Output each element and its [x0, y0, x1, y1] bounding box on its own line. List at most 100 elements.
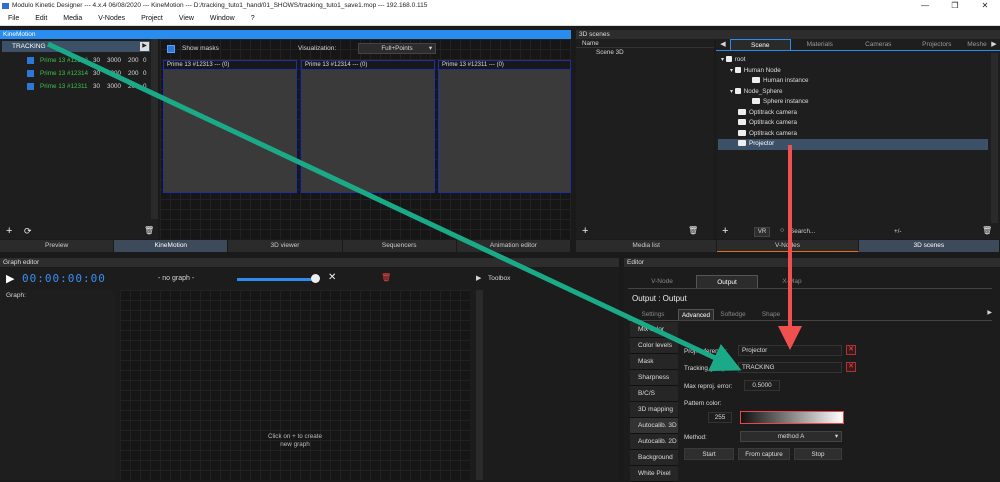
tab-scroll-right-icon[interactable]: ▶	[988, 39, 1000, 50]
vr-button[interactable]: VR	[754, 227, 770, 237]
add-scene-icon[interactable]: +	[582, 225, 588, 237]
camera-row[interactable]: Prime 13 #12313 30 3000 200 0	[0, 54, 158, 67]
camera-checkbox[interactable]	[27, 83, 34, 90]
minimize-icon[interactable]: —	[910, 0, 940, 12]
sidebar-item-bcs[interactable]: B/C/S	[630, 386, 678, 402]
tab-projectors[interactable]: Projectors	[908, 39, 967, 50]
menu-file[interactable]: File	[8, 15, 19, 22]
zoom-slider[interactable]	[237, 278, 317, 281]
subtab-shape[interactable]: Shape	[752, 309, 790, 320]
tab-media-list[interactable]: Media list	[576, 240, 718, 252]
camera-name: Prime 13 #12314	[40, 70, 88, 77]
tab-3d-viewer[interactable]: 3D viewer	[228, 240, 343, 252]
menu-edit[interactable]: Edit	[35, 15, 47, 22]
play-icon[interactable]: ▶	[140, 42, 149, 51]
visualization-dropdown[interactable]: Full+Points ▾	[358, 43, 436, 54]
menu-project[interactable]: Project	[141, 15, 163, 22]
scene-tree-scrollbar[interactable]	[991, 53, 998, 223]
sidebar-item-mix-color[interactable]: Mix color	[630, 322, 678, 338]
refresh-icon[interactable]: ⟳	[24, 226, 32, 237]
graph-scrollbar[interactable]	[476, 290, 483, 480]
tree-item-selected[interactable]: Projector	[718, 139, 988, 150]
stop-button[interactable]: Stop	[794, 448, 842, 460]
tree-item[interactable]: ▾ Human Node	[718, 66, 988, 77]
add-icon[interactable]: +	[6, 225, 12, 237]
tree-item[interactable]: Human instance	[718, 76, 988, 87]
scene-list-item[interactable]: Scene 3D	[576, 48, 714, 58]
camera-row[interactable]: Prime 13 #12314 30 3000 200 0	[0, 67, 158, 80]
trash-icon[interactable]: 🗑	[982, 226, 992, 235]
tab-scene[interactable]: Scene	[730, 39, 791, 50]
camera-row[interactable]: Prime 13 #12311 30 3000 200 0	[0, 80, 158, 93]
add-node-icon[interactable]: +	[722, 225, 728, 237]
tab-3d-scenes[interactable]: 3D scenes	[858, 240, 1000, 252]
tree-item[interactable]: Optitrack camera	[718, 129, 988, 140]
tab-kinemotion[interactable]: KineMotion	[114, 240, 229, 252]
trash-icon[interactable]: 🗑	[688, 226, 698, 235]
editor-panel: V-Node Output X-Map Output : Output Sett…	[624, 268, 1000, 482]
delete-graph-icon[interactable]: 🗑	[381, 273, 391, 282]
max-reproj-field[interactable]: 0.5000	[744, 380, 780, 391]
sidebar-item-3d-mapping[interactable]: 3D mapping	[630, 402, 678, 418]
camera-view[interactable]: Prime 13 #12311 --- (0)	[438, 60, 571, 193]
menu-vnodes[interactable]: V-Nodes	[98, 15, 125, 22]
show-masks-checkbox[interactable]	[167, 45, 175, 53]
trash-icon[interactable]: 🗑	[144, 226, 154, 235]
camera-view[interactable]: Prime 13 #12313 --- (0)	[163, 60, 297, 193]
sidebar-item-background[interactable]: Background	[630, 450, 678, 466]
camera-view[interactable]: Prime 13 #12314 --- (0)	[301, 60, 435, 193]
tab-output[interactable]: Output	[696, 275, 758, 288]
fit-view-icon[interactable]: ✕	[328, 272, 336, 283]
start-button[interactable]: Start	[684, 448, 734, 460]
subtab-scroll-icon[interactable]: ▶	[987, 309, 992, 316]
tab-vnode[interactable]: V-Node	[628, 275, 696, 288]
tree-item[interactable]: Sphere instance	[718, 97, 988, 108]
slider-handle[interactable]	[311, 274, 320, 283]
clear-proj-reference-icon[interactable]: ✕	[846, 345, 856, 355]
tree-item-root[interactable]: ▾ root	[718, 55, 988, 66]
pattern-color-slider[interactable]	[740, 411, 844, 424]
camera-checkbox[interactable]	[27, 70, 34, 77]
tab-animation-editor[interactable]: Animation editor	[456, 240, 572, 252]
menu-view[interactable]: View	[179, 15, 194, 22]
sidebar-item-sharpness[interactable]: Sharpness	[630, 370, 678, 386]
tab-scroll-left-icon[interactable]: ◀	[716, 39, 730, 50]
tab-cameras[interactable]: Cameras	[849, 39, 908, 50]
tab-preview[interactable]: Preview	[0, 240, 115, 252]
tab-sequencers[interactable]: Sequencers	[342, 240, 457, 252]
subtab-settings[interactable]: Settings	[628, 309, 678, 320]
clear-tracking-group-icon[interactable]: ✕	[846, 362, 856, 372]
camera-checkbox[interactable]	[27, 57, 34, 64]
maximize-icon[interactable]: ❐	[940, 0, 970, 12]
search-input[interactable]: Search...	[790, 228, 815, 235]
sidebar-item-autocalib-2d[interactable]: Autocalib. 2D	[630, 434, 678, 450]
tree-item[interactable]: Optitrack camera	[718, 118, 988, 129]
pattern-color-value[interactable]: 255	[708, 412, 732, 423]
tree-item[interactable]: Optitrack camera	[718, 108, 988, 119]
menu-media[interactable]: Media	[63, 15, 82, 22]
graph-selector[interactable]: - no graph -	[158, 275, 194, 282]
tab-meshes[interactable]: Meshe	[966, 39, 988, 50]
tab-xmap[interactable]: X-Map	[758, 275, 826, 288]
toolbox-arrow-icon[interactable]: ▶	[476, 274, 481, 282]
menu-help[interactable]: ?	[251, 15, 255, 22]
subtab-softedge[interactable]: Softedge	[714, 309, 752, 320]
menu-window[interactable]: Window	[210, 15, 235, 22]
graph-canvas[interactable]: Click on + to create new graph	[120, 290, 470, 480]
subtab-advanced[interactable]: Advanced	[678, 309, 714, 320]
tracking-group-field[interactable]: TRACKING	[738, 362, 842, 373]
sidebar-item-mask[interactable]: Mask	[630, 354, 678, 370]
tree-item[interactable]: ▾ Node_Sphere	[718, 87, 988, 98]
proj-reference-field[interactable]: Projector	[738, 345, 842, 356]
tab-vnodes[interactable]: V-Nodes	[717, 240, 859, 252]
tracking-group-row[interactable]: TRACKING ▶	[2, 41, 150, 52]
expand-collapse-button[interactable]: +/-	[894, 228, 902, 235]
tab-materials[interactable]: Materials	[791, 39, 850, 50]
play-icon[interactable]: ▶	[6, 272, 14, 285]
camera-list-scrollbar[interactable]	[151, 39, 158, 219]
close-icon[interactable]: ✕	[970, 0, 1000, 12]
from-capture-button[interactable]: From capture	[738, 448, 790, 460]
sidebar-item-color-levels[interactable]: Color levels	[630, 338, 678, 354]
sidebar-item-autocalib-3d[interactable]: Autocalib. 3D	[630, 418, 678, 434]
method-dropdown[interactable]: method A ▾	[740, 431, 842, 442]
